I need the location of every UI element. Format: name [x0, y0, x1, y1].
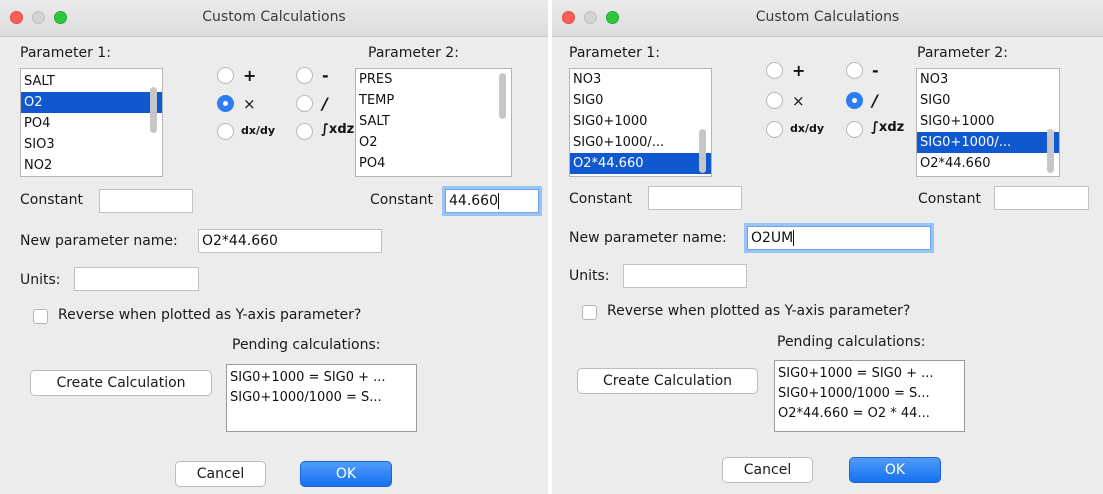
units-input[interactable]	[74, 267, 199, 291]
list-item[interactable]: SIG0	[570, 90, 711, 111]
constant-2-label: Constant	[918, 191, 981, 207]
list-item[interactable]: O2*44.660 = O2 * 44...	[775, 404, 964, 424]
reverse-y-axis-label: Reverse when plotted as Y-axis parameter…	[58, 307, 362, 323]
reverse-y-axis-label: Reverse when plotted as Y-axis parameter…	[607, 303, 911, 319]
parameter-1-scrollbar[interactable]	[150, 87, 157, 133]
custom-calculations-window-1: Custom Calculations Parameter 1: SALT O2…	[0, 0, 548, 494]
window-title: Custom Calculations	[755, 9, 900, 25]
new-parameter-name-input[interactable]: O2*44.660	[198, 229, 382, 253]
divide-operator-label: /	[322, 94, 328, 113]
list-item[interactable]: PRES	[356, 69, 511, 90]
constant-2-value: 44.660	[449, 193, 498, 209]
radio-times[interactable]	[217, 95, 234, 112]
list-item[interactable]: SIG0+1000 = SIG0 + ...	[775, 364, 964, 384]
list-item-selected[interactable]: O2*44.660	[570, 153, 711, 174]
radio-minus[interactable]	[296, 67, 313, 84]
new-parameter-name-label: New parameter name:	[569, 230, 727, 246]
pending-calculations-list[interactable]: SIG0+1000 = SIG0 + ... SIG0+1000/1000 = …	[774, 360, 965, 432]
list-item[interactable]: SIG0+1000	[917, 111, 1059, 132]
list-item[interactable]: O2	[356, 132, 511, 153]
parameter-1-list[interactable]: NO3 SIG0 SIG0+1000 SIG0+1000/... O2*44.6…	[569, 68, 712, 177]
constant-2-label: Constant	[370, 192, 433, 208]
constant-1-label: Constant	[20, 192, 83, 208]
radio-derivative[interactable]	[766, 121, 783, 138]
new-parameter-name-input[interactable]: O2UM	[747, 226, 931, 250]
reverse-y-axis-checkbox[interactable]	[582, 305, 597, 320]
cancel-button[interactable]: Cancel	[175, 461, 266, 487]
list-item[interactable]: NO3	[917, 69, 1059, 90]
times-operator-label: ×	[243, 95, 256, 113]
minus-operator-label: -	[872, 61, 879, 80]
radio-divide[interactable]	[846, 92, 863, 109]
list-item[interactable]: NO3	[570, 69, 711, 90]
parameter-2-list[interactable]: NO3 SIG0 SIG0+1000 SIG0+1000/... O2*44.6…	[916, 68, 1060, 177]
list-item[interactable]: SIG0+1000/...	[570, 132, 711, 153]
parameter-1-list[interactable]: SALT O2 PO4 SIO3 NO2	[20, 68, 163, 177]
ok-button[interactable]: OK	[849, 457, 941, 483]
list-item[interactable]: SIG0+1000 = SIG0 + ...	[227, 368, 416, 388]
parameter-2-label: Parameter 2:	[368, 45, 459, 61]
list-item[interactable]: SIG0	[917, 90, 1059, 111]
parameter-1-label: Parameter 1:	[569, 45, 660, 61]
list-item-selected[interactable]: O2	[21, 92, 162, 113]
list-item[interactable]: SIO3	[21, 134, 162, 155]
list-item[interactable]: SIG0+1000/1000 = S...	[227, 388, 416, 408]
radio-minus[interactable]	[846, 62, 863, 79]
integral-operator-label: ∫xdz	[321, 122, 355, 137]
radio-divide[interactable]	[296, 95, 313, 112]
list-item[interactable]: PO4	[21, 113, 162, 134]
list-item[interactable]: SIG0+1000	[570, 111, 711, 132]
parameter-2-scrollbar[interactable]	[1047, 129, 1054, 173]
list-item[interactable]: PO4	[356, 153, 511, 174]
pending-calculations-label: Pending calculations:	[232, 337, 381, 353]
radio-integral[interactable]	[296, 123, 313, 140]
constant-1-input[interactable]	[99, 189, 193, 213]
radio-plus[interactable]	[217, 67, 234, 84]
constant-1-label: Constant	[569, 191, 632, 207]
derivative-operator-label: dx/dy	[790, 122, 825, 135]
derivative-operator-label: dx/dy	[241, 124, 276, 137]
new-parameter-name-value: O2UM	[751, 230, 794, 246]
list-item[interactable]: SIG0+1000/1000 = S...	[775, 384, 964, 404]
radio-times[interactable]	[766, 92, 783, 109]
pending-calculations-list[interactable]: SIG0+1000 = SIG0 + ... SIG0+1000/1000 = …	[226, 364, 417, 432]
parameter-2-list[interactable]: PRES TEMP SALT O2 PO4	[355, 68, 512, 177]
list-item[interactable]: O2*44.660	[917, 153, 1059, 174]
list-item[interactable]: SALT	[21, 71, 162, 92]
constant-2-input[interactable]	[994, 186, 1089, 210]
units-label: Units:	[569, 268, 610, 284]
list-item-selected[interactable]: SIG0+1000/...	[917, 132, 1059, 153]
constant-2-input[interactable]: 44.660	[445, 189, 539, 213]
ok-button[interactable]: OK	[300, 461, 392, 487]
constant-1-input[interactable]	[648, 186, 742, 210]
new-parameter-name-label: New parameter name:	[20, 233, 178, 249]
radio-plus[interactable]	[766, 62, 783, 79]
radio-integral[interactable]	[846, 121, 863, 138]
minus-operator-label: -	[322, 66, 329, 85]
create-calculation-button[interactable]: Create Calculation	[30, 370, 212, 396]
units-label: Units:	[20, 272, 61, 288]
plus-operator-label: +	[243, 66, 257, 85]
times-operator-label: ×	[792, 92, 805, 110]
divide-operator-label: /	[872, 91, 878, 110]
window-title: Custom Calculations	[202, 9, 346, 25]
radio-derivative[interactable]	[217, 123, 234, 140]
parameter-1-scrollbar[interactable]	[699, 129, 706, 173]
list-item[interactable]: TEMP	[356, 90, 511, 111]
pending-calculations-label: Pending calculations:	[777, 334, 926, 350]
parameter-1-label: Parameter 1:	[20, 45, 111, 61]
list-item[interactable]: NO2	[21, 155, 162, 176]
cancel-button[interactable]: Cancel	[722, 457, 813, 483]
create-calculation-button[interactable]: Create Calculation	[577, 368, 758, 394]
parameter-2-scrollbar[interactable]	[499, 73, 506, 119]
units-input[interactable]	[623, 264, 747, 288]
reverse-y-axis-checkbox[interactable]	[33, 309, 48, 324]
integral-operator-label: ∫xdz	[871, 120, 905, 135]
plus-operator-label: +	[792, 61, 806, 80]
title-bar: Custom Calculations	[0, 0, 548, 37]
title-bar: Custom Calculations	[552, 0, 1103, 37]
custom-calculations-window-2: Custom Calculations Parameter 1: NO3 SIG…	[552, 0, 1103, 494]
parameter-2-label: Parameter 2:	[917, 45, 1008, 61]
list-item[interactable]: SALT	[356, 111, 511, 132]
